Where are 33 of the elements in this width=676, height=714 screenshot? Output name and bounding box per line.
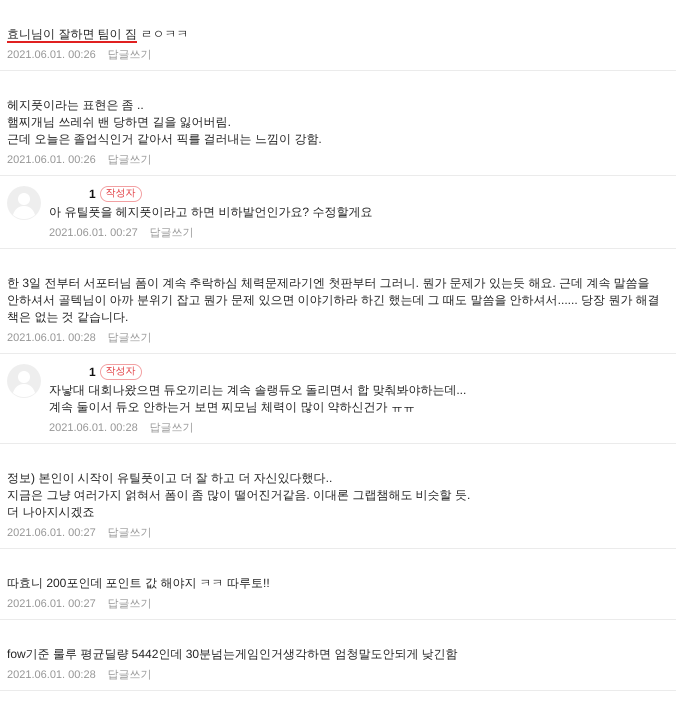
comment-text: 햄찌개님 쓰레쉬 밴 당하면 길을 잃어버림. <box>7 114 232 131</box>
author-name: 1 <box>88 364 96 381</box>
reply-link[interactable]: 답글쓰기 <box>108 525 152 541</box>
reply-link[interactable]: 답글쓰기 <box>108 667 152 683</box>
comment-text: 아 유틸풋을 헤지풋이라고 하면 비하발언인가요? 수정할게요 <box>49 204 374 221</box>
comment-date: 2021.06.01. 00:27 <box>49 226 138 241</box>
comment-text: fow기준 룰루 평균딜량 5442인데 30분넘는게임인거생각하면 엄청말도안되게 낮긴함 <box>7 646 459 663</box>
reply-link[interactable]: 답글쓰기 <box>150 420 194 436</box>
reply-link[interactable]: 답글쓰기 <box>108 596 152 612</box>
comment-text: 효니님이 잘하면 팀이 짐 ㄹㅇㅋㅋ <box>7 26 190 43</box>
comment-text: 따효니 200포인데 포인트 값 해야지 ㅋㅋ 따루토!! <box>7 575 271 592</box>
author-name: 1 <box>88 186 96 203</box>
comment-text: 계속 둘이서 듀오 안하는거 보면 찌모님 체력이 많이 약하신건가 ㅠㅠ <box>49 399 416 416</box>
reply-link[interactable]: 답글쓰기 <box>150 225 194 241</box>
comment-text: 지금은 그냥 여러가지 얽혀서 폼이 좀 많이 떨어진거같음. 이대론 그랩챔해도 비슷할 듯. <box>7 487 472 504</box>
comment-text: 자낳대 대회나왔으면 듀오끼리는 계속 솔랭듀오 돌리면서 합 맞춰봐야하는데... <box>49 382 468 399</box>
comment-date: 2021.06.01. 00:28 <box>7 331 96 346</box>
comment-text: 더 나아지시겠죠 <box>7 504 96 521</box>
comment-text: 근데 오늘은 졸업식인거 같아서 픽를 걸러내는 느낌이 강함. <box>7 131 323 148</box>
comment-date: 2021.06.01. 00:27 <box>7 597 96 612</box>
author-badge: 작성자 <box>100 186 142 202</box>
comment-date: 2021.06.01. 00:26 <box>7 153 96 168</box>
comment-text: 정보) 본인이 시작이 유틸풋이고 더 잘 하고 더 자신있다했다.. <box>7 470 334 487</box>
reply-link[interactable]: 답글쓰기 <box>108 47 152 63</box>
comment-date: 2021.06.01. 00:28 <box>7 668 96 683</box>
reply-link[interactable]: 답글쓰기 <box>108 330 152 346</box>
reply-link[interactable]: 답글쓰기 <box>108 152 152 168</box>
comment-date: 2021.06.01. 00:28 <box>49 421 138 436</box>
comment-text: 헤지풋이라는 표현은 좀 .. <box>7 97 145 114</box>
author-badge: 작성자 <box>100 364 142 380</box>
comment-date: 2021.06.01. 00:27 <box>7 526 96 541</box>
comment-text: 한 3일 전부터 서포터님 폼이 계속 추락하심 체력문제라기엔 첫판부터 그러니. 뭔가 문제가 있는듯 해요. 근데 계속 말씀을 안하셔서 골텍님이 아까 분위기 잡고 뭔가 문제 있으면 이야기하라 하긴 했는데 그 때도 말씀을 안하셔서...... 당장 뭔가 해결책은 없는 것 같습니다. <box>7 275 661 326</box>
comment-date: 2021.06.01. 00:26 <box>7 48 96 63</box>
